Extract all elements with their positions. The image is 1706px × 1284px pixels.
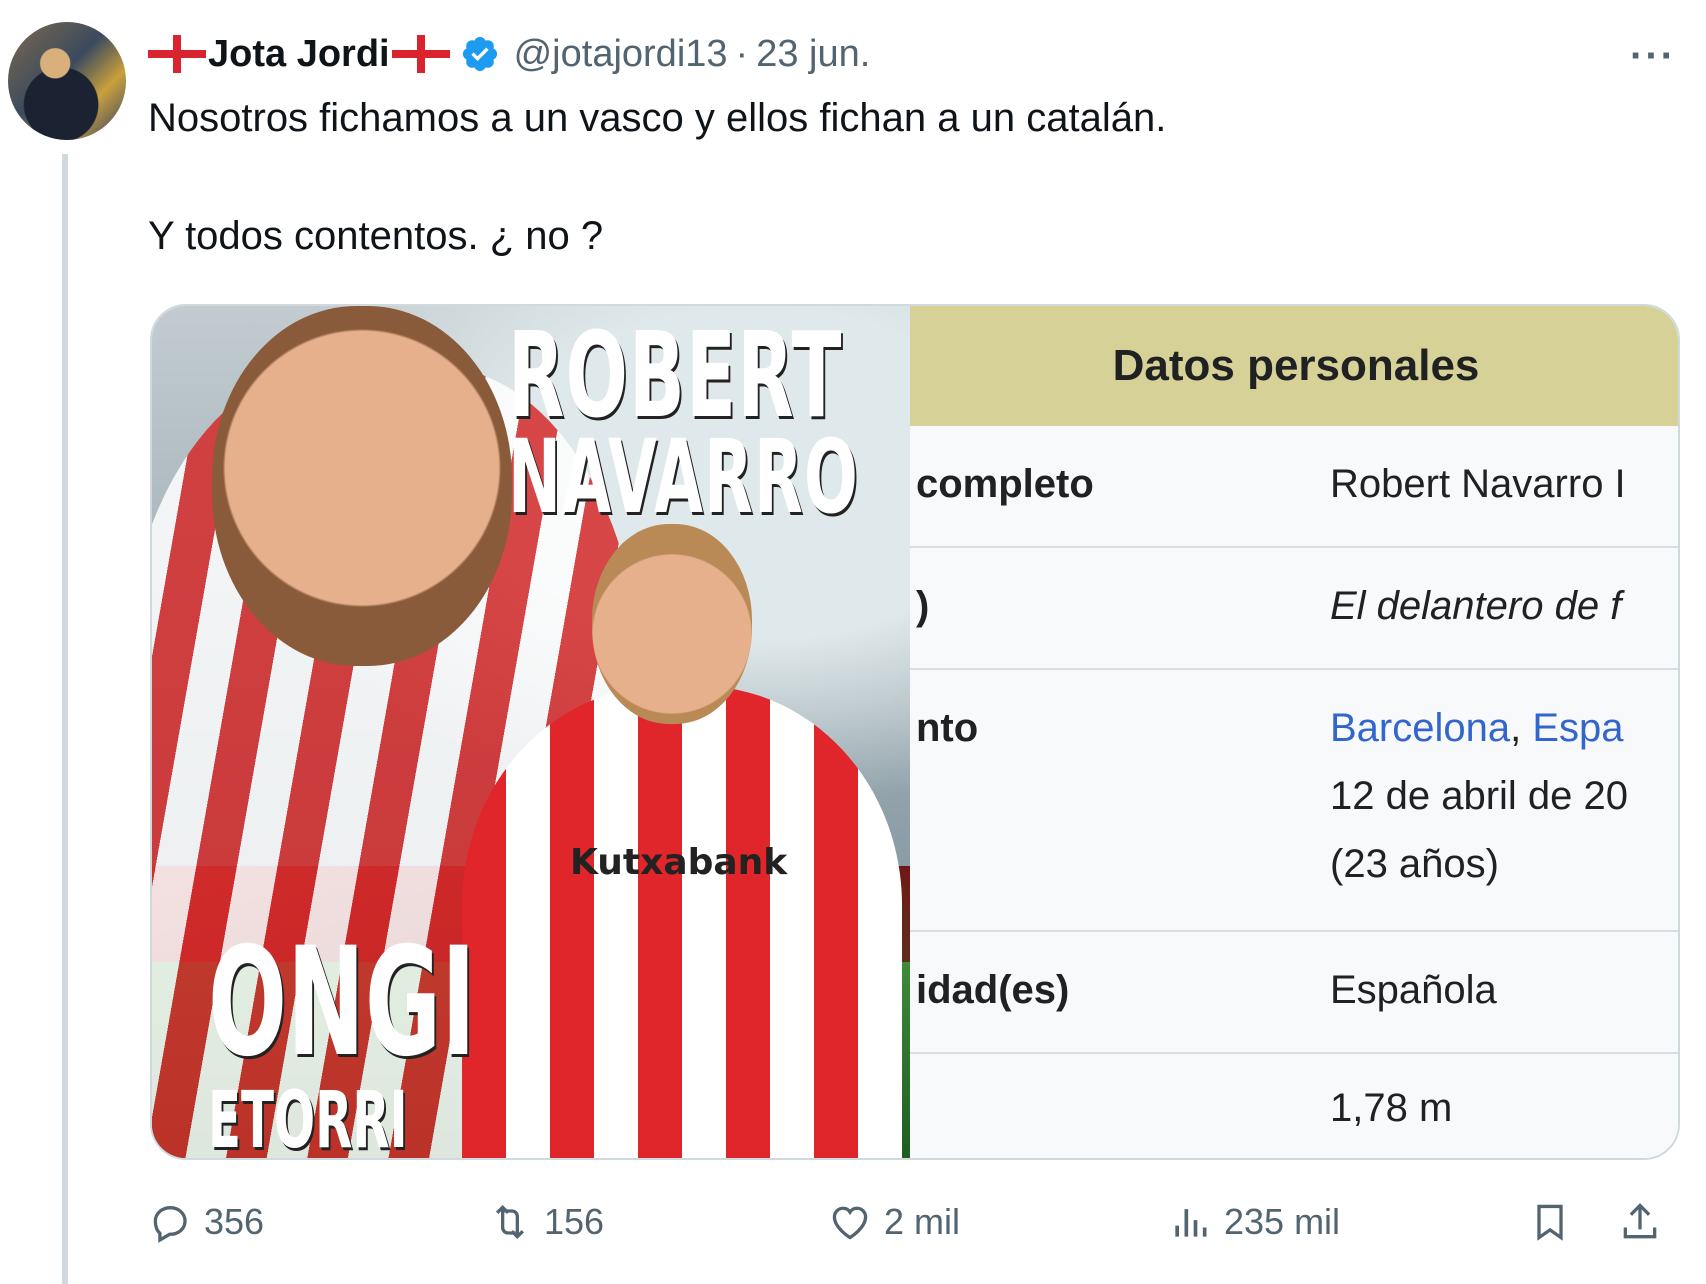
reply-count: 356 [204, 1201, 265, 1242]
tweet-text-line1: Nosotros fichamos a un vasco y ellos fic… [148, 96, 1167, 140]
welcome-poster: Kutxabank ROBERT NAVARRO ONGI ETORRI [152, 306, 910, 1160]
infobox-value: Barcelona, Espa 12 de abril de 20 (23 añ… [1330, 694, 1628, 898]
retweet-count: 156 [544, 1201, 605, 1242]
birthplace-city-link[interactable]: Barcelona [1330, 706, 1510, 750]
player-small-shirt [462, 686, 902, 1158]
infobox-label: idad(es) [916, 968, 1070, 1012]
views-icon [1175, 1209, 1207, 1237]
infobox-row: nto Barcelona, Espa 12 de abril de 20 (2… [910, 670, 1678, 932]
reply-icon [153, 1206, 187, 1243]
bookmark-icon [1537, 1204, 1563, 1241]
poster-welcome-1: ONGI [208, 916, 476, 1090]
author-name[interactable]: Jota Jordi [208, 33, 390, 76]
like-count: 2 mil [884, 1201, 961, 1242]
separator-dot: · [735, 32, 749, 75]
player-large-head [212, 306, 512, 666]
birth-date: 12 de abril de 20 [1330, 774, 1629, 818]
infobox-label: completo [916, 462, 1094, 506]
reply-button[interactable]: 356 [148, 1200, 264, 1244]
wiki-infobox: Datos personales completo Robert Navarro… [910, 306, 1678, 1158]
author-handle[interactable]: @jotajordi13 [514, 33, 728, 76]
infobox-value: 1,78 m [1330, 1086, 1453, 1130]
tweet-media[interactable]: Kutxabank ROBERT NAVARRO ONGI ETORRI Dat… [150, 304, 1680, 1160]
infobox-label: ) [916, 584, 930, 628]
avatar[interactable] [8, 22, 126, 140]
views-count: 235 mil [1224, 1201, 1341, 1242]
like-button[interactable]: 2 mil [828, 1200, 960, 1244]
infobox-label: nto [916, 706, 979, 750]
poster-welcome-2: ETORRI [208, 1076, 408, 1160]
bookmark-button[interactable] [1528, 1200, 1584, 1244]
infobox-value: Robert Navarro I [1330, 462, 1626, 506]
infobox-row: idad(es) Española [910, 932, 1678, 1054]
infobox-header: Datos personales [910, 306, 1678, 426]
birthplace-country-link[interactable]: Espa [1532, 706, 1623, 750]
player-small-head [592, 524, 752, 724]
thread-line [62, 154, 68, 1284]
flag-icon [391, 35, 450, 73]
flag-icon [148, 35, 206, 73]
birthplace-separator: , [1510, 706, 1533, 750]
tweet-actions: 356 156 2 mil 235 mil [148, 1200, 1688, 1260]
infobox-value: Española [1330, 968, 1497, 1012]
verified-icon [462, 36, 497, 72]
sponsor-logo: Kutxabank [570, 842, 788, 883]
retweet-icon [495, 1204, 525, 1240]
poster-last-name: NAVARRO [508, 418, 860, 537]
like-icon [832, 1206, 868, 1240]
infobox-row: completo Robert Navarro I [910, 426, 1678, 548]
retweet-button[interactable]: 156 [488, 1200, 604, 1244]
infobox-row: ) El delantero de f [910, 548, 1678, 670]
tweet-date[interactable]: 23 jun. [756, 33, 870, 76]
infobox-value: El delantero de f [1330, 584, 1622, 628]
tweet-header: Jota Jordi @jotajordi13 · 23 jun. [148, 28, 870, 80]
share-button[interactable] [1618, 1200, 1674, 1244]
age: (23 años) [1330, 842, 1499, 886]
views-button[interactable]: 235 mil [1168, 1200, 1340, 1244]
tweet-text-line2: Y todos contentos. ¿ no ? [148, 214, 604, 258]
infobox-row: 1,78 m [910, 1054, 1678, 1158]
more-icon[interactable]: ··· [1630, 34, 1676, 79]
share-icon [1623, 1203, 1657, 1239]
